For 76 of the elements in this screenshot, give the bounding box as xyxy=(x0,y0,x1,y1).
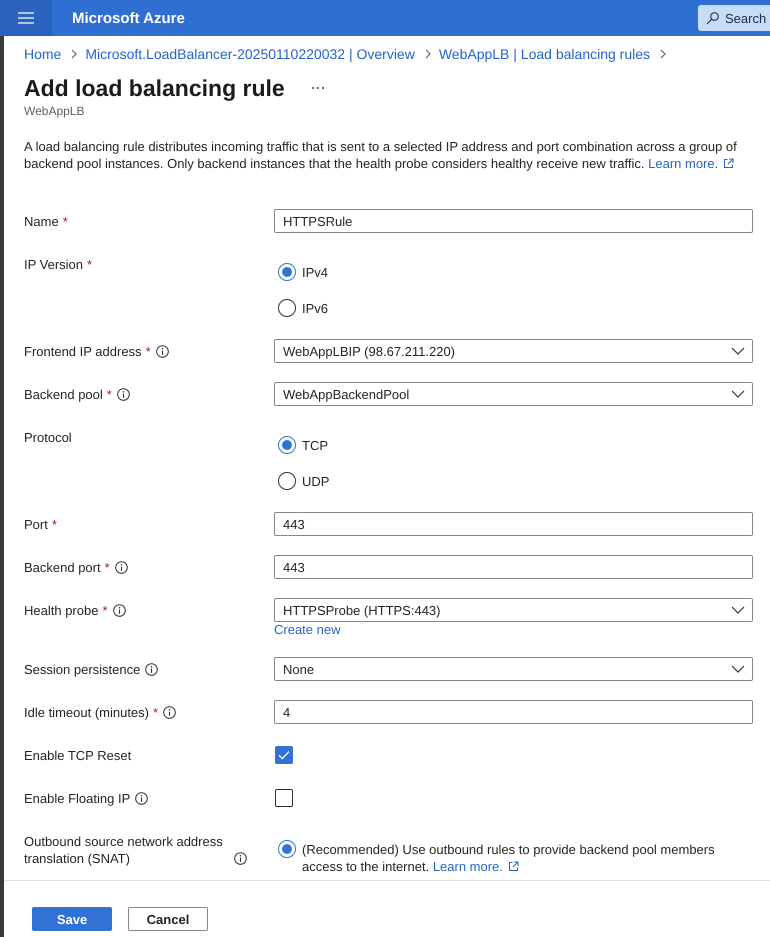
info-icon[interactable] xyxy=(234,852,247,865)
text-field[interactable]: 443 xyxy=(274,555,753,579)
field-label: Protocol xyxy=(24,429,72,446)
chevron-down-icon xyxy=(731,606,745,614)
required-mark: * xyxy=(146,344,151,358)
search-icon xyxy=(706,12,719,25)
radio-label: IPv4 xyxy=(302,264,328,280)
checkbox[interactable] xyxy=(275,746,293,764)
checkmark-icon xyxy=(278,750,290,760)
dropdown[interactable]: None xyxy=(274,657,753,681)
radio-button[interactable] xyxy=(278,299,296,317)
chevron-down-icon xyxy=(731,665,745,673)
external-link-icon xyxy=(723,158,734,169)
required-mark: * xyxy=(102,602,108,618)
menu-icon xyxy=(18,12,34,24)
radio-button[interactable] xyxy=(278,436,296,454)
text-field[interactable]: 443 xyxy=(274,512,753,536)
info-icon[interactable] xyxy=(116,388,130,400)
radio-label: TCP xyxy=(302,436,328,454)
page-title: Add load balancing rule xyxy=(24,74,285,103)
more-options-icon[interactable] xyxy=(310,86,325,90)
cancel-button[interactable]: Cancel xyxy=(128,907,208,931)
radio-button[interactable] xyxy=(278,840,296,858)
radio-button[interactable] xyxy=(278,472,296,490)
required-mark: * xyxy=(87,256,92,273)
info-icon[interactable] xyxy=(135,792,148,804)
info-icon[interactable] xyxy=(112,604,126,616)
field-label: Enable Floating IP xyxy=(24,790,130,806)
page-subtitle: WebAppLB xyxy=(24,103,86,119)
info-icon[interactable] xyxy=(114,560,128,574)
search-field[interactable]: Search xyxy=(698,5,770,31)
breadcrumb-link[interactable]: Microsoft.LoadBalancer-20250110220032 | Overview xyxy=(85,46,415,62)
external-link-icon xyxy=(508,860,519,872)
field-label: Outbound source network address translation (SNAT) xyxy=(24,833,224,867)
info-icon[interactable] xyxy=(163,706,176,718)
dropdown[interactable]: WebAppBackendPool xyxy=(274,382,753,406)
info-icon[interactable] xyxy=(156,344,169,358)
field-label: Backend port xyxy=(24,560,101,574)
required-mark: * xyxy=(106,386,112,402)
required-mark: * xyxy=(62,214,68,228)
dropdown[interactable]: WebAppLBIP (98.67.211.220) xyxy=(274,339,753,363)
field-label: Frontend IP address xyxy=(24,344,142,358)
required-mark: * xyxy=(153,704,158,720)
field-label: Backend pool xyxy=(24,386,103,402)
radio-label: UDP xyxy=(302,472,330,490)
info-icon[interactable] xyxy=(145,662,158,676)
learn-more-link[interactable]: Learn more. xyxy=(648,156,734,171)
field-label: Idle timeout (minutes) xyxy=(24,704,149,720)
chevron-right-icon xyxy=(71,49,78,59)
chevron-right-icon xyxy=(424,49,431,59)
dropdown[interactable]: HTTPSProbe (HTTPS:443) xyxy=(274,598,753,622)
breadcrumb-link[interactable]: Home xyxy=(24,46,62,62)
create-new-link[interactable]: Create new xyxy=(274,622,340,638)
chevron-down-icon xyxy=(731,347,745,355)
menu-button[interactable] xyxy=(0,0,52,36)
radio-button[interactable] xyxy=(278,263,296,281)
required-mark: * xyxy=(52,516,57,532)
field-label: Health probe xyxy=(24,602,98,618)
checkbox[interactable] xyxy=(275,789,293,807)
field-label: Session persistence xyxy=(24,662,140,676)
save-button[interactable]: Save xyxy=(32,907,112,931)
field-label: Enable TCP Reset xyxy=(24,748,132,762)
portal-title: Microsoft Azure xyxy=(72,10,185,26)
breadcrumb-link[interactable]: WebAppLB | Load balancing rules xyxy=(438,46,650,62)
field-label: Port xyxy=(24,516,48,532)
field-label: IP Version xyxy=(24,256,84,273)
text-field[interactable]: 4 xyxy=(274,700,753,724)
radio-label: IPv6 xyxy=(302,300,328,316)
learn-more-link[interactable]: Learn more. xyxy=(432,858,519,874)
text-field[interactable]: HTTPSRule xyxy=(274,209,753,233)
radio-label: (Recommended) Use outbound rules to provide backend pool members access to the internet. Learn more. xyxy=(302,840,716,874)
required-mark: * xyxy=(104,560,110,574)
chevron-right-icon xyxy=(660,49,666,59)
chevron-down-icon xyxy=(731,390,745,398)
field-label: Name xyxy=(24,214,59,228)
description-text: A load balancing rule distributes incoming traffic that is sent to a selected IP address and port combination across a group of backend pool instances. Only backend instances that the health probe considers healthy receive new traffic. Learn more. xyxy=(24,138,738,172)
